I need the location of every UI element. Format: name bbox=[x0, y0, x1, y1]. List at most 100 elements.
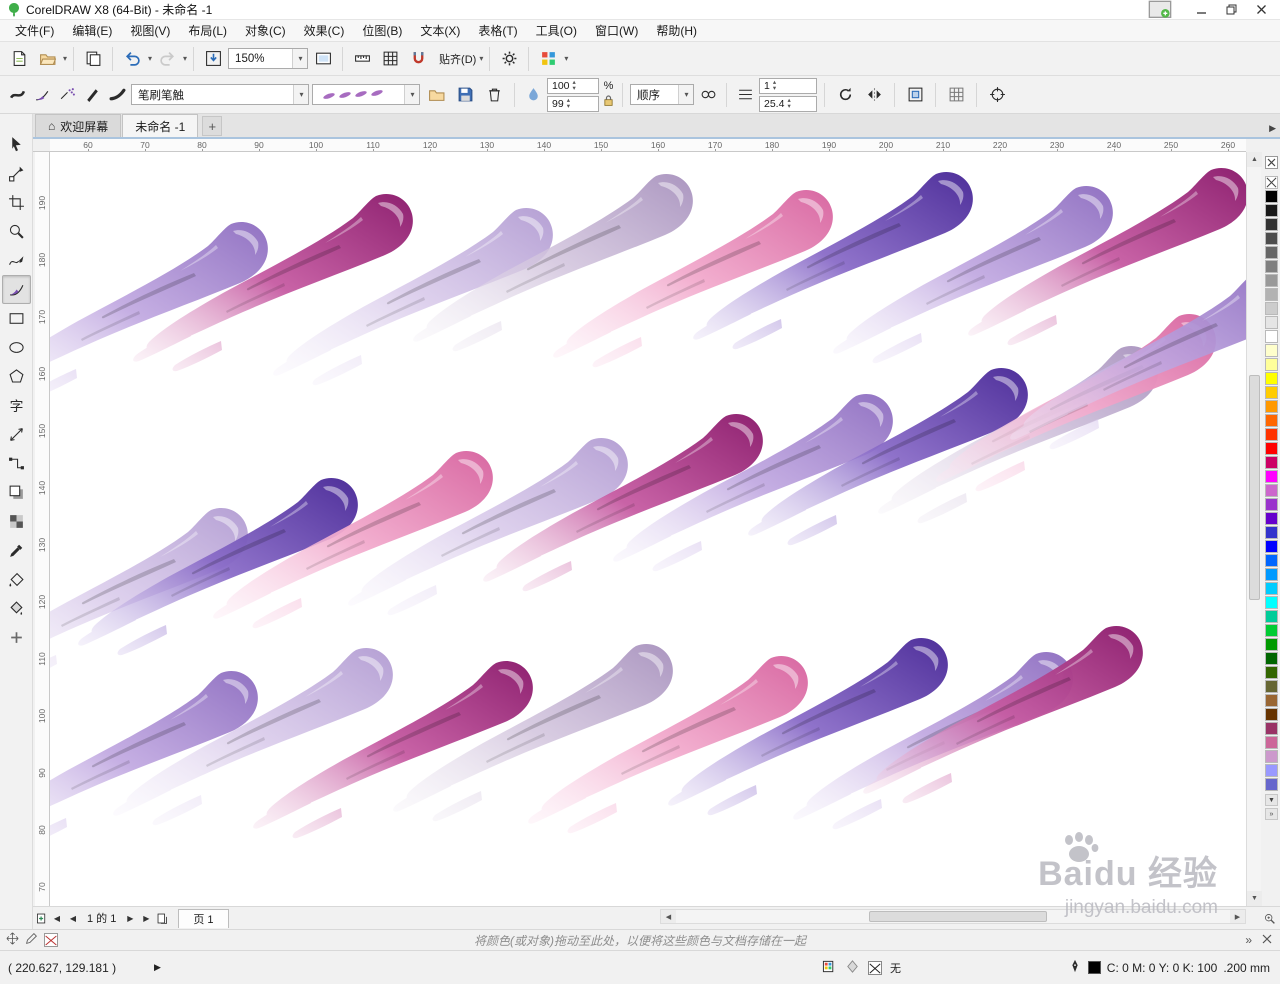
scroll-down-icon[interactable]: ▼ bbox=[1247, 891, 1262, 906]
vertical-ruler[interactable]: 190 180 170 160 150 140 130 120 110 100 90 80 70 bbox=[35, 152, 50, 906]
transparency-tool[interactable] bbox=[2, 507, 31, 536]
color-swatch[interactable] bbox=[1265, 218, 1278, 231]
zoom-fit-icon[interactable] bbox=[1261, 909, 1278, 927]
color-swatch[interactable] bbox=[1265, 526, 1278, 539]
rectangle-tool[interactable] bbox=[2, 304, 31, 333]
add-tool-button[interactable] bbox=[2, 623, 31, 652]
expand-chevrons-icon[interactable]: » bbox=[1245, 933, 1252, 947]
color-swatch[interactable] bbox=[1265, 554, 1278, 567]
color-swatch[interactable] bbox=[1265, 596, 1278, 609]
stroke-width-field[interactable]: 25.4 ▴ ▾ bbox=[759, 95, 817, 112]
color-swatch[interactable] bbox=[1265, 680, 1278, 693]
color-swatch[interactable] bbox=[1265, 512, 1278, 525]
color-swatch[interactable] bbox=[1265, 750, 1278, 763]
crop-tool[interactable] bbox=[2, 188, 31, 217]
tab-welcome-screen[interactable]: ⌂ 欢迎屏幕 bbox=[35, 114, 122, 137]
color-swatch[interactable] bbox=[1265, 316, 1278, 329]
color-swatch[interactable] bbox=[1265, 330, 1278, 343]
color-swatch[interactable] bbox=[1265, 414, 1278, 427]
redo-caret-icon[interactable]: ▾ bbox=[183, 54, 187, 63]
account-icon[interactable] bbox=[1148, 0, 1172, 19]
spin-down-icon[interactable]: ▾ bbox=[573, 85, 576, 92]
menu-item-10[interactable]: 窗口(W) bbox=[586, 19, 647, 42]
brush-mode-icon[interactable] bbox=[31, 82, 53, 108]
open-icon[interactable] bbox=[34, 46, 60, 72]
close-button[interactable] bbox=[1246, 0, 1276, 19]
application-launcher-icon[interactable] bbox=[535, 46, 561, 72]
color-swatch[interactable] bbox=[1265, 190, 1278, 203]
color-swatch[interactable] bbox=[1265, 400, 1278, 413]
color-swatch[interactable] bbox=[1265, 540, 1278, 553]
ellipse-tool[interactable] bbox=[2, 333, 31, 362]
paste-icon[interactable] bbox=[80, 46, 106, 72]
close-docker-icon[interactable] bbox=[1262, 933, 1272, 947]
color-swatch[interactable] bbox=[1265, 736, 1278, 749]
palette-scroll-down-icon[interactable]: ▼ bbox=[1265, 794, 1278, 806]
show-grid-icon[interactable] bbox=[377, 46, 403, 72]
sprayer-mode-icon[interactable] bbox=[56, 82, 78, 108]
horizontal-ruler[interactable]: 毫米 6070809010011012013014015016017018019… bbox=[50, 139, 1246, 152]
menu-item-2[interactable]: 视图(V) bbox=[121, 19, 179, 42]
page-list-icon[interactable] bbox=[154, 909, 170, 927]
connector-tool[interactable] bbox=[2, 449, 31, 478]
drawing-canvas[interactable] bbox=[50, 152, 1246, 906]
color-swatch[interactable] bbox=[1265, 232, 1278, 245]
color-swatch[interactable] bbox=[1265, 456, 1278, 469]
color-swatch[interactable] bbox=[1265, 708, 1278, 721]
spin-down-icon[interactable]: ▾ bbox=[787, 103, 790, 110]
redo-icon[interactable] bbox=[154, 46, 180, 72]
interactive-fill-tool[interactable] bbox=[2, 565, 31, 594]
color-swatch[interactable] bbox=[1265, 666, 1278, 679]
pick-tool[interactable] bbox=[2, 130, 31, 159]
color-swatch[interactable] bbox=[1265, 204, 1278, 217]
color-swatch[interactable] bbox=[1265, 288, 1278, 301]
menu-item-6[interactable]: 位图(B) bbox=[353, 19, 411, 42]
color-swatch[interactable] bbox=[1265, 428, 1278, 441]
options-gear-icon[interactable] bbox=[496, 46, 522, 72]
snap-to-dropdown[interactable]: 贴齐(D) bbox=[439, 51, 476, 67]
add-page-icon[interactable] bbox=[33, 909, 49, 927]
color-swatch[interactable] bbox=[1265, 624, 1278, 637]
vertical-scrollbar[interactable]: ▲ ▼ bbox=[1246, 152, 1262, 906]
menu-item-9[interactable]: 工具(O) bbox=[527, 19, 586, 42]
tab-document[interactable]: 未命名 -1 bbox=[122, 114, 199, 137]
delete-stroke-icon[interactable] bbox=[481, 82, 507, 108]
transparency-field[interactable]: 99 ▴ ▾ bbox=[547, 95, 599, 112]
lock-icon[interactable] bbox=[602, 94, 615, 110]
color-swatch[interactable] bbox=[1265, 638, 1278, 651]
color-swatch[interactable] bbox=[1265, 386, 1278, 399]
snap-caret-icon[interactable]: ▾ bbox=[479, 54, 483, 63]
polygon-tool[interactable] bbox=[2, 362, 31, 391]
text-tool[interactable]: 字 bbox=[2, 391, 31, 420]
stroke-count-field[interactable]: 1 ▴ ▾ bbox=[759, 77, 817, 94]
color-swatch[interactable] bbox=[1265, 470, 1278, 483]
show-rulers-icon[interactable] bbox=[349, 46, 375, 72]
first-page-icon[interactable]: ◀ bbox=[49, 909, 65, 927]
color-swatch[interactable] bbox=[1265, 302, 1278, 315]
no-color-swatch[interactable] bbox=[1265, 156, 1278, 169]
document-palette-icon[interactable] bbox=[822, 959, 837, 977]
color-swatch[interactable] bbox=[1265, 722, 1278, 735]
palette-flyout-icon[interactable]: » bbox=[1265, 808, 1278, 820]
preset-mode-icon[interactable] bbox=[6, 82, 28, 108]
spin-down-icon[interactable]: ▾ bbox=[567, 103, 570, 110]
menu-item-11[interactable]: 帮助(H) bbox=[647, 19, 706, 42]
border-offset-icon[interactable] bbox=[902, 82, 928, 108]
freehand-tool[interactable] bbox=[2, 246, 31, 275]
zoom-level-combo[interactable]: 150% ▾ bbox=[228, 48, 309, 69]
tab-scroll-right-icon[interactable]: ▶ bbox=[1269, 123, 1276, 134]
color-swatch[interactable] bbox=[1265, 610, 1278, 623]
last-page-icon[interactable]: ▶ bbox=[138, 909, 154, 927]
artistic-media-tool[interactable] bbox=[1, 275, 31, 304]
scroll-left-icon[interactable]: ◀ bbox=[661, 910, 676, 923]
color-swatch[interactable] bbox=[1265, 778, 1278, 791]
menu-item-1[interactable]: 编辑(E) bbox=[63, 19, 121, 42]
horizontal-scrollbar[interactable]: ◀ ▶ bbox=[660, 909, 1246, 924]
color-swatch[interactable] bbox=[1265, 582, 1278, 595]
brush-category-combo[interactable]: 笔刷笔触 ▾ bbox=[131, 84, 309, 105]
fullscreen-preview-icon[interactable] bbox=[310, 46, 336, 72]
previous-page-icon[interactable]: ◀ bbox=[65, 909, 81, 927]
rotate-icon[interactable] bbox=[832, 82, 858, 108]
eyedropper-tool[interactable] bbox=[2, 536, 31, 565]
calligraphic-mode-icon[interactable] bbox=[81, 82, 103, 108]
